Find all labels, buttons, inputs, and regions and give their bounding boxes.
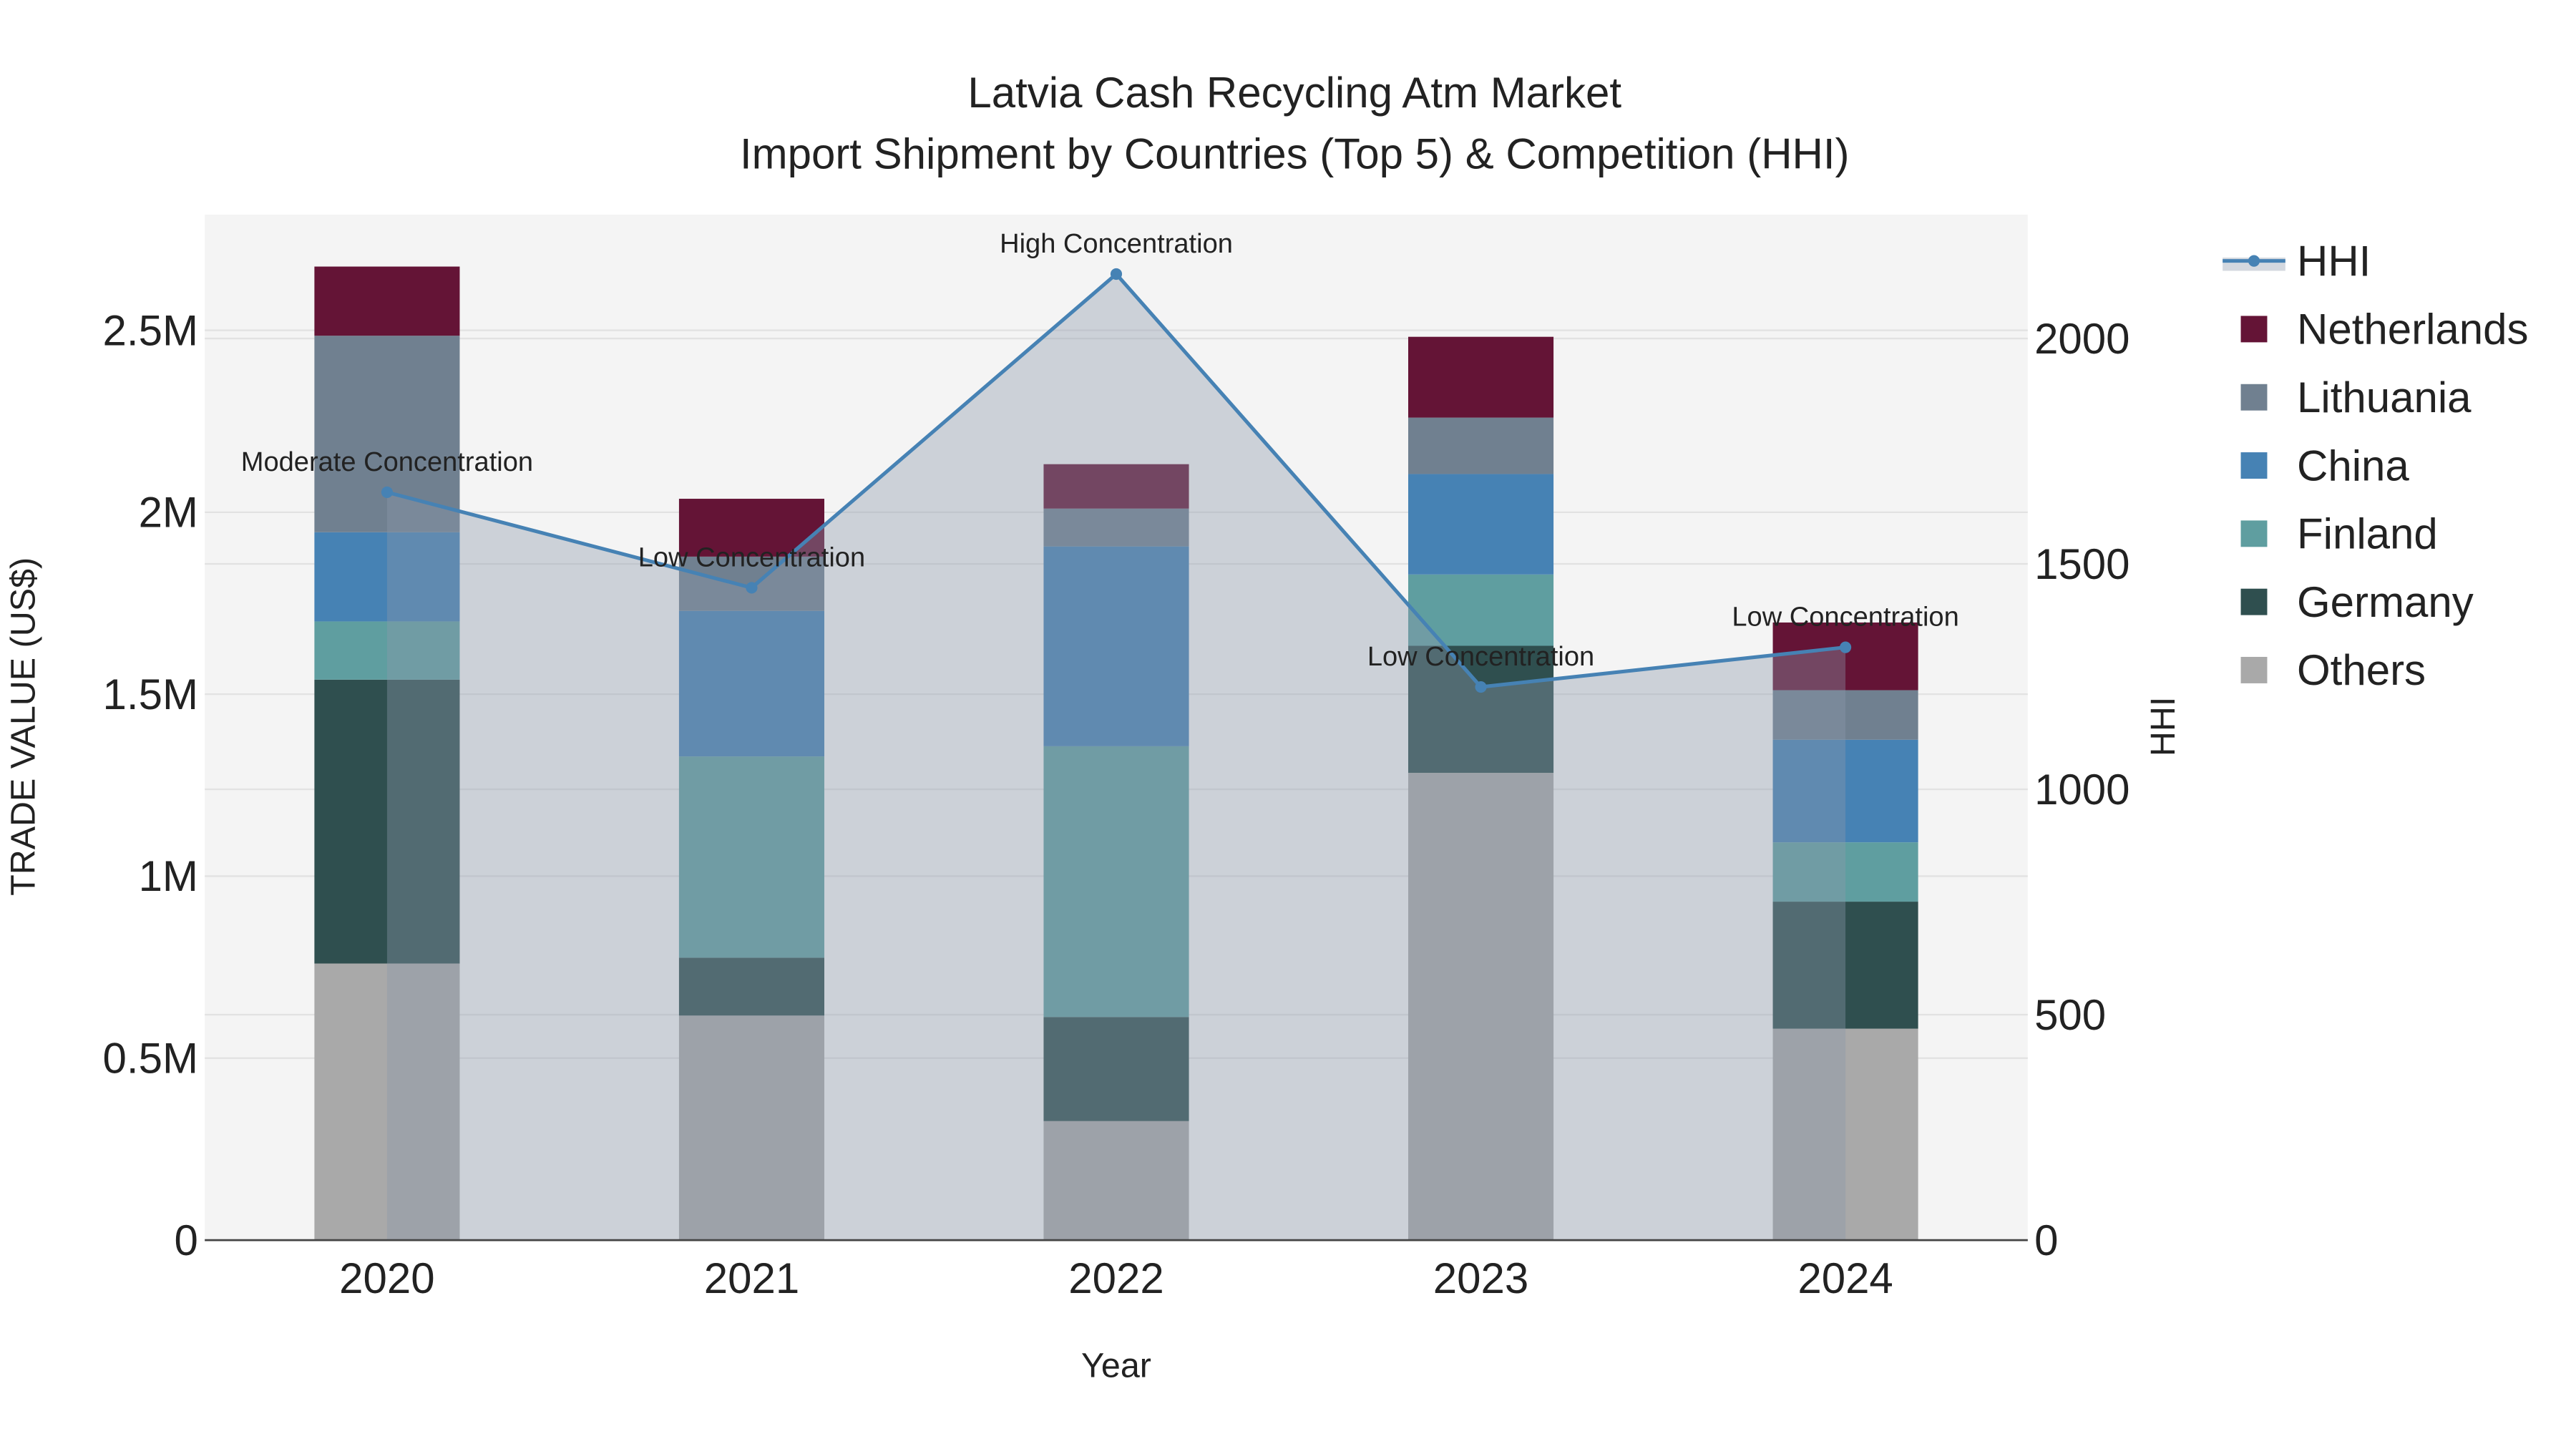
legend-label: China [2297,441,2409,489]
chart: Moderate Concentration Low Concentration H… [4,69,2529,1385]
y-tick-label: 2M [139,489,198,537]
y-axis-ticks: 0 0.5M 1M 1.5M 2M 2.5M [103,306,198,1264]
hhi-annotation: Low Concentration [1732,602,1958,633]
bar-lithuania-2023 [1408,417,1554,474]
x-axis-label: Year [1081,1347,1151,1385]
legend-swatch-germany [2240,588,2268,615]
legend-swatch-others [2240,657,2268,683]
legend-label: Others [2297,646,2426,694]
y-tick-label: 1.5M [103,670,198,718]
y2-tick-label: 1000 [2034,766,2129,814]
legend: HHI Netherlands Lithuania China Finland Germa… [2223,237,2529,694]
legend-swatch-finland [2240,520,2268,547]
legend-hhi-marker-icon [2248,255,2260,267]
legend-label: HHI [2297,237,2371,285]
y2-axis-label: HHI [2144,697,2182,756]
y2-tick-label: 500 [2034,991,2106,1039]
y-tick-label: 2.5M [103,306,198,354]
legend-label: Germany [2297,578,2474,626]
x-tick-label: 2022 [1068,1254,1163,1302]
hhi-annotation: Moderate Concentration [241,447,533,477]
legend-label: Netherlands [2297,306,2529,353]
hhi-point-2021 [746,582,758,594]
hhi-annotation: Low Concentration [638,542,865,572]
hhi-annotation: Low Concentration [1367,642,1594,672]
legend-swatch-china [2240,452,2268,479]
bar-netherlands-2023 [1408,336,1554,418]
bar-china-2023 [1408,474,1554,575]
x-tick-label: 2023 [1433,1254,1528,1302]
x-axis-ticks: 2020 2021 2022 2023 2024 [339,1254,1893,1302]
legend-swatch-lithuania [2240,384,2268,411]
hhi-point-2020 [381,486,393,498]
x-tick-label: 2024 [1797,1254,1893,1302]
y2-tick-label: 0 [2034,1216,2058,1264]
y-axis-label: TRADE VALUE (US$) [4,557,42,896]
hhi-point-2022 [1110,268,1123,280]
hhi-point-2024 [1840,641,1852,653]
hhi-annotation: High Concentration [1000,229,1233,259]
chart-subtitle: Import Shipment by Countries (Top 5) & C… [740,130,1850,177]
y-tick-label: 0 [175,1216,198,1264]
y2-tick-label: 1500 [2034,540,2129,588]
legend-label: Lithuania [2297,374,2472,421]
bar-netherlands-2020 [314,266,460,336]
chart-title: Latvia Cash Recycling Atm Market [967,69,1621,117]
y-tick-label: 0.5M [103,1035,198,1083]
y2-tick-label: 2000 [2034,315,2129,363]
x-tick-label: 2021 [704,1254,799,1302]
x-tick-label: 2020 [339,1254,434,1302]
y-tick-label: 1M [139,852,198,900]
y2-axis-ticks: 0 500 1000 1500 2000 [2034,315,2129,1264]
legend-swatch-netherlands [2240,316,2268,343]
legend-label: Finland [2297,510,2438,558]
hhi-point-2023 [1475,680,1487,693]
